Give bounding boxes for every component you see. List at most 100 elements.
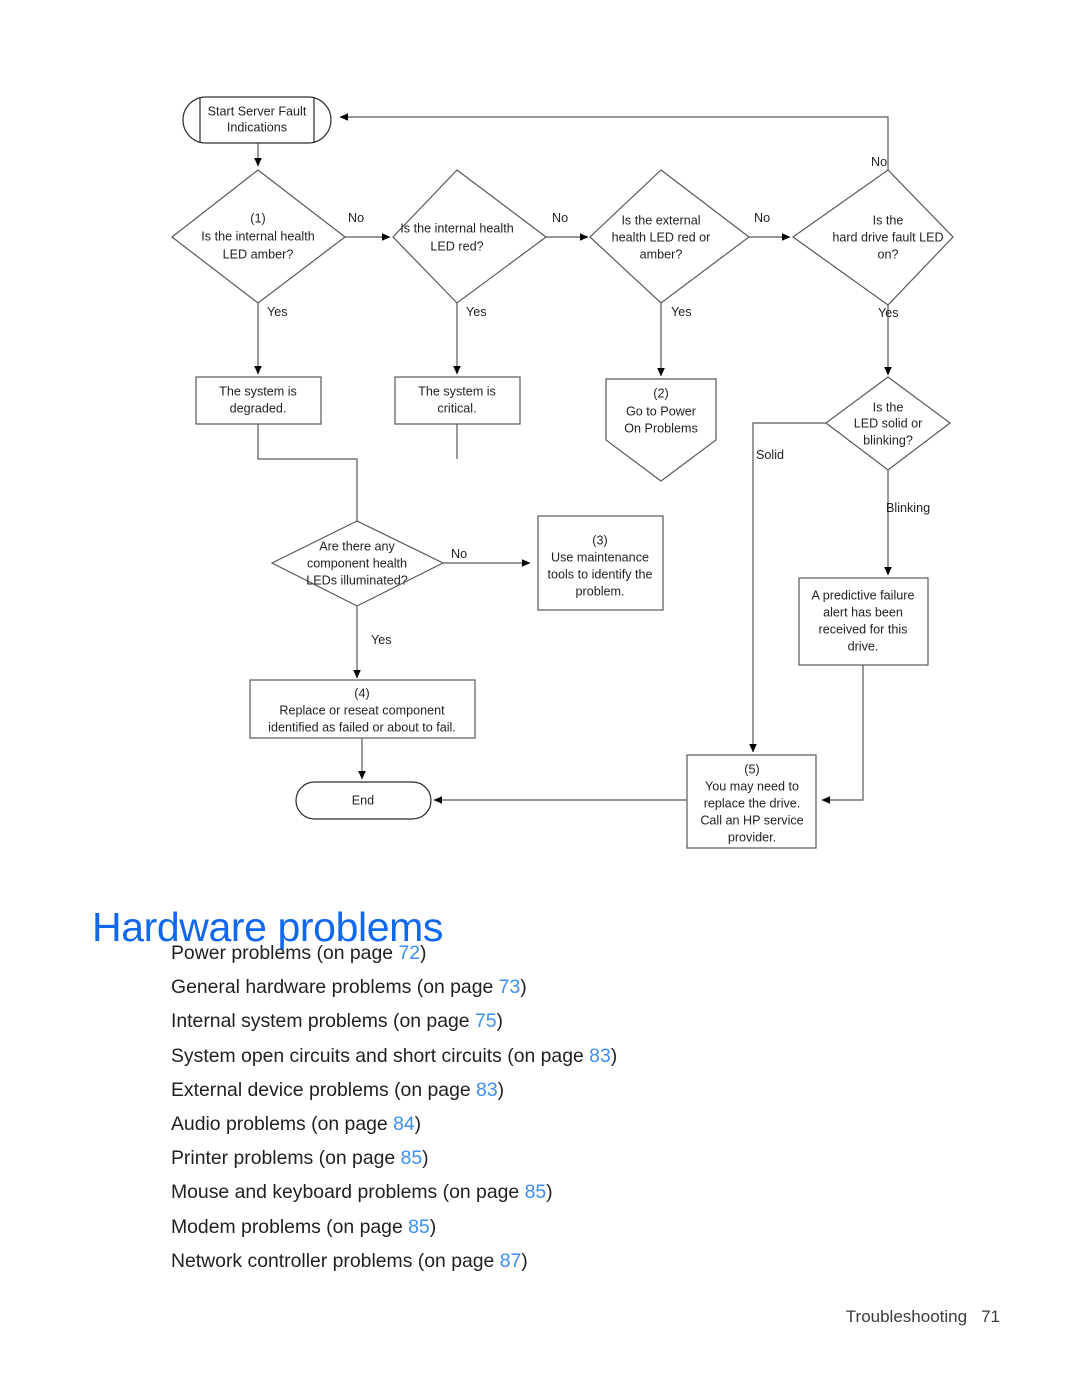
edge-label-d6-no: No	[451, 547, 467, 561]
related-topic-page-number[interactable]: 85	[401, 1147, 423, 1169]
edge-label-d5-blinking: Blinking	[886, 501, 930, 515]
flow-node-d6-line1: Are there any	[319, 539, 395, 553]
related-topics-list: Power problems (on page 72) General hardw…	[171, 936, 931, 1278]
flow-node-replace-drive-line1: You may need to	[705, 779, 799, 793]
related-topic-paren: )	[497, 1078, 505, 1101]
edge-d4-no-to-start	[339, 113, 889, 170]
flow-node-replace-drive-ref: (5)	[744, 762, 759, 776]
document-page: Start Server Fault Indications (1) Is th…	[0, 0, 1080, 1397]
related-topic-link[interactable]: Internal system problems (on page 75)	[171, 1004, 931, 1038]
flow-node-power-on-problems: (2) Go to Power On Problems	[605, 378, 717, 482]
related-topic-page-number[interactable]: 72	[398, 942, 420, 964]
flow-node-maint-line3: problem.	[576, 584, 625, 598]
flow-node-d6-line3: LEDs illuminated?	[306, 573, 408, 587]
related-topic-link[interactable]: External device problems (on page 83)	[171, 1073, 931, 1107]
flow-node-system-critical: The system is critical.	[394, 376, 521, 425]
footer-section-label: Troubleshooting	[845, 1307, 968, 1326]
flow-node-system-degraded: The system is degraded.	[195, 376, 322, 425]
related-topic-page-number[interactable]: 83	[589, 1045, 611, 1067]
flow-node-d1-line2: LED amber?	[223, 247, 294, 261]
flow-node-d2: Is the internal health LED red?	[392, 169, 548, 304]
related-topic-link[interactable]: General hardware problems (on page 73)	[171, 970, 931, 1004]
related-topic-paren: )	[414, 1113, 422, 1136]
related-topic-link[interactable]: System open circuits and short circuits …	[171, 1039, 931, 1073]
flow-node-critical-line2: critical.	[437, 401, 476, 415]
related-topic-paren: )	[420, 942, 427, 964]
flow-node-predictive-failure: A predictive failure alert has been rece…	[798, 577, 929, 666]
related-topic-label: Power problems (on page	[171, 942, 399, 964]
edge-label-d5-solid: Solid	[756, 448, 784, 462]
flow-node-d4-line3: on?	[877, 247, 898, 261]
related-topic-paren: )	[610, 1044, 618, 1067]
flow-node-d4-line1: Is the	[873, 213, 904, 227]
flow-node-d6-line2: component health	[307, 556, 407, 570]
flow-node-replace-drive-line3: Call an HP service	[700, 813, 803, 827]
related-topic-label: Mouse and keyboard problems (on page	[171, 1181, 525, 1204]
flow-node-d6: Are there any component health LEDs illu…	[270, 520, 445, 607]
flow-node-d2-line2: LED red?	[430, 239, 483, 253]
flow-node-start-line2: Indications	[227, 120, 287, 134]
related-topic-label: Network controller problems (on page	[171, 1249, 500, 1272]
flow-node-end: End	[295, 781, 432, 820]
flow-node-d3-line3: amber?	[640, 247, 683, 261]
edge-label-d1-yes: Yes	[267, 305, 288, 319]
footer-page-number: 71	[981, 1307, 1000, 1326]
flow-node-start-line1: Start Server Fault	[208, 104, 307, 118]
flow-node-replace-line1: Replace or reseat component	[279, 703, 445, 717]
related-topic-label: Printer problems (on page	[171, 1147, 401, 1170]
related-topic-page-number[interactable]: 85	[525, 1181, 547, 1203]
related-topic-page-number[interactable]: 85	[408, 1216, 430, 1238]
related-topic-paren: )	[422, 1147, 429, 1170]
related-topic-link[interactable]: Modem problems (on page 85)	[171, 1210, 931, 1244]
flow-node-degraded-line1: The system is	[219, 384, 297, 398]
flow-node-d5-line3: blinking?	[863, 433, 913, 447]
flow-node-predictive-line3: received for this	[819, 622, 908, 636]
edge-label-d4-yes: Yes	[878, 306, 899, 320]
related-topic-paren: )	[546, 1181, 553, 1204]
related-topic-link[interactable]: Audio problems (on page 84)	[171, 1107, 931, 1141]
flow-node-power-line1: Go to Power	[626, 404, 696, 418]
related-topic-page-number[interactable]: 83	[476, 1079, 498, 1101]
related-topic-paren: )	[496, 1010, 503, 1033]
flow-node-d3: Is the external health LED red or amber?	[589, 169, 750, 304]
flow-node-d5: Is the LED solid or blinking?	[824, 376, 952, 471]
related-topic-label: Internal system problems (on page	[171, 1010, 475, 1033]
flow-node-d3-line1: Is the external	[621, 213, 700, 227]
related-topic-link[interactable]: Mouse and keyboard problems (on page 85)	[171, 1175, 931, 1209]
related-topic-page-number[interactable]: 73	[499, 976, 521, 998]
flow-node-predictive-line1: A predictive failure	[812, 588, 915, 602]
related-topic-label: General hardware problems (on page	[171, 976, 499, 999]
flow-node-power-line2: On Problems	[624, 421, 698, 435]
edge-degraded-merge	[257, 424, 358, 521]
related-topic-page-number[interactable]: 75	[475, 1010, 497, 1032]
flow-node-d1: (1) Is the internal health LED amber?	[171, 169, 346, 304]
edge-label-d6-yes: Yes	[371, 633, 392, 647]
edge-label-d2-no: No	[552, 211, 568, 225]
flow-node-replace-drive-line2: replace the drive.	[704, 796, 801, 810]
flow-node-d5-line2: LED solid or	[854, 416, 923, 430]
flow-node-d4: Is the hard drive fault LED on?	[791, 169, 954, 306]
flow-node-power-ref: (2)	[653, 386, 668, 400]
edge-predictive-to-box5	[821, 665, 864, 804]
related-topic-paren: )	[429, 1215, 437, 1238]
page-footer: Troubleshooting 71	[0, 1307, 1000, 1327]
edge-label-d4-no: No	[871, 155, 887, 169]
flow-node-replace-drive: (5) You may need to replace the drive. C…	[686, 754, 817, 849]
related-topic-page-number[interactable]: 84	[393, 1113, 415, 1135]
related-topic-page-number[interactable]: 87	[500, 1250, 522, 1272]
flow-node-replace-line2: identified as failed or about to fail.	[268, 720, 456, 734]
flow-node-predictive-line2: alert has been	[823, 605, 903, 619]
related-topic-link[interactable]: Network controller problems (on page 87)	[171, 1244, 931, 1278]
flow-node-predictive-line4: drive.	[848, 639, 879, 653]
flow-node-d1-ref: (1)	[250, 211, 265, 225]
flow-node-d4-line2: hard drive fault LED	[832, 230, 943, 244]
related-topic-paren: )	[521, 1249, 528, 1272]
flow-node-replace-component: (4) Replace or reseat component identifi…	[249, 679, 476, 739]
related-topic-paren: )	[520, 976, 527, 999]
related-topic-link[interactable]: Printer problems (on page 85)	[171, 1141, 931, 1175]
related-topic-link[interactable]: Power problems (on page 72)	[171, 936, 931, 970]
related-topic-label: System open circuits and short circuits …	[171, 1044, 590, 1067]
flow-node-replace-drive-line4: provider.	[728, 830, 776, 844]
related-topic-label: Audio problems (on page	[171, 1113, 394, 1136]
edge-label-d3-no: No	[754, 211, 770, 225]
